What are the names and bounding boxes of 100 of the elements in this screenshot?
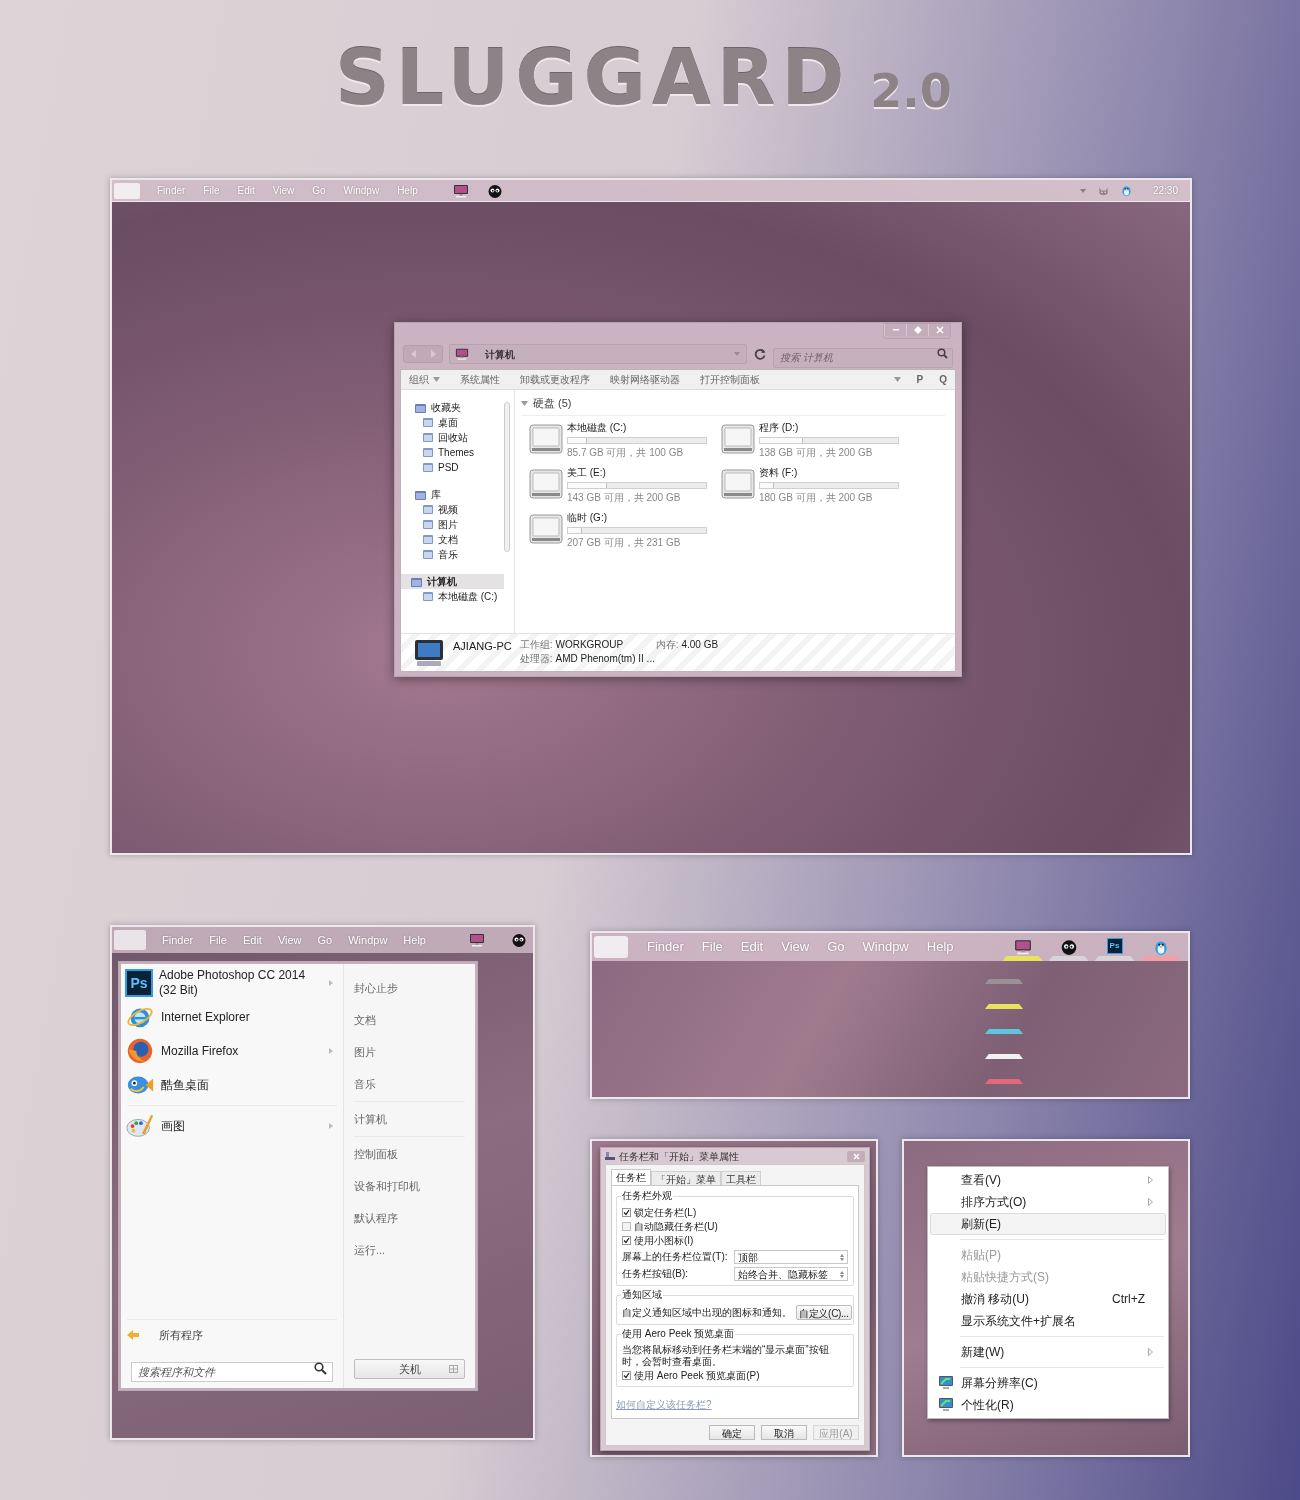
maximize-button[interactable] xyxy=(906,324,928,336)
logo-tile[interactable] xyxy=(594,936,628,958)
program-item[interactable]: 画图 xyxy=(123,1109,341,1143)
checkbox-label[interactable]: 锁定任务栏(L) xyxy=(634,1206,697,1219)
sidebar-item[interactable]: 音乐 xyxy=(401,547,504,562)
checkbox[interactable] xyxy=(622,1208,631,1217)
search-icon[interactable] xyxy=(314,1362,327,1375)
sidebar-item[interactable]: Themes xyxy=(401,445,504,460)
sidebar-item[interactable]: PSD xyxy=(401,460,504,475)
address-bar[interactable]: 计算机 xyxy=(449,344,747,364)
place-item[interactable]: 音乐 xyxy=(354,1068,465,1100)
tab[interactable]: 「开始」菜单 xyxy=(651,1171,721,1185)
place-item[interactable]: 默认程序 xyxy=(354,1202,465,1234)
close-button[interactable] xyxy=(847,1150,865,1162)
logo-tile[interactable] xyxy=(114,930,146,950)
mascot-icon[interactable] xyxy=(511,932,527,948)
mascot-icon[interactable] xyxy=(486,182,503,199)
group-header[interactable]: 硬盘 (5) xyxy=(521,395,945,416)
sidebar-item[interactable]: 视频 xyxy=(401,502,504,517)
drive-name[interactable]: 资料 (F:) xyxy=(759,466,899,479)
drive-name[interactable]: 程序 (D:) xyxy=(759,421,899,434)
mascot-icon[interactable] xyxy=(1059,938,1078,956)
detail-field: 处理器: AMD Phenom(tm) II ... xyxy=(519,653,656,665)
field-label: 任务栏按钮(B): xyxy=(622,1268,690,1280)
search-field[interactable]: 搜索程序和文件 xyxy=(131,1362,333,1382)
penguin-icon[interactable] xyxy=(1119,184,1133,197)
sidebar-item[interactable]: 收藏夹 xyxy=(401,400,504,415)
tab[interactable]: 工具栏 xyxy=(721,1171,761,1185)
place-item[interactable]: 控制面板 xyxy=(354,1138,465,1170)
minimize-button[interactable] xyxy=(884,324,906,336)
monitor-icon[interactable] xyxy=(452,182,469,199)
all-programs-item[interactable]: 所有程序 xyxy=(123,1320,341,1350)
monitor-icon[interactable] xyxy=(469,932,485,948)
menu-item[interactable]: 撤消 移动(U) Ctrl+Z xyxy=(930,1288,1166,1310)
checkbox[interactable] xyxy=(622,1371,631,1380)
search-field[interactable]: 搜索 计算机 xyxy=(773,347,953,368)
drive-icon[interactable] xyxy=(721,421,755,456)
monitor-icon[interactable] xyxy=(1013,938,1032,956)
menu-item[interactable]: 显示系统文件+扩展名 xyxy=(930,1310,1166,1332)
sidebar-item[interactable]: 图片 xyxy=(401,517,504,532)
sidebar-item[interactable]: 文档 xyxy=(401,532,504,547)
caret-icon[interactable] xyxy=(1078,187,1087,194)
dialog-button[interactable]: 确定 xyxy=(709,1425,755,1440)
program-item[interactable]: Internet Explorer xyxy=(123,1000,341,1034)
drive-icon[interactable] xyxy=(529,421,563,456)
menu-item[interactable]: 查看(V) xyxy=(930,1169,1166,1191)
toolbar-button[interactable]: 组织 xyxy=(409,372,440,387)
dialog-button[interactable]: 取消 xyxy=(761,1425,807,1440)
menu-item[interactable]: 个性化(R) xyxy=(930,1394,1166,1416)
toolbar-button[interactable]: P xyxy=(916,372,924,387)
app-icon[interactable]: Ps xyxy=(125,969,153,997)
toolbar-button[interactable]: 映射网络驱动器 xyxy=(610,372,680,387)
checkbox-label[interactable]: 自动隐藏任务栏(U) xyxy=(634,1220,718,1233)
shutdown-button[interactable]: 关机 xyxy=(354,1359,465,1379)
drive-name[interactable]: 临时 (G:) xyxy=(567,511,707,524)
place-item[interactable]: 封心止步 xyxy=(354,972,465,1004)
refresh-icon[interactable] xyxy=(753,347,767,361)
menu-item[interactable]: 新建(W) xyxy=(930,1341,1166,1363)
drive-icon[interactable] xyxy=(529,511,563,546)
menu-item[interactable]: 刷新(E) xyxy=(930,1213,1166,1235)
breadcrumb[interactable]: 计算机 xyxy=(485,346,515,362)
drive-icon[interactable] xyxy=(721,466,755,501)
scrollbar[interactable] xyxy=(504,402,510,552)
sidebar-item[interactable]: 计算机 xyxy=(401,574,504,589)
sidebar-item[interactable]: 桌面 xyxy=(401,415,504,430)
checkbox[interactable] xyxy=(622,1236,631,1245)
place-item[interactable]: 设备和打印机 xyxy=(354,1170,465,1202)
drive-info: 207 GB 可用，共 231 GB xyxy=(567,536,682,549)
clock: 22:30 xyxy=(1152,184,1178,198)
detail-field: 工作组: WORKGROUP xyxy=(519,639,656,651)
place-item[interactable]: 图片 xyxy=(354,1036,465,1068)
toolbar-button[interactable]: 卸载或更改程序 xyxy=(520,372,590,387)
close-button[interactable] xyxy=(928,324,950,336)
sidebar-item[interactable]: 本地磁盘 (C:) xyxy=(401,589,504,604)
dropdown[interactable]: 始终合并、隐藏标签 xyxy=(734,1267,848,1281)
place-item[interactable]: 计算机 xyxy=(354,1103,465,1135)
sidebar-item[interactable]: 回收站 xyxy=(401,430,504,445)
sidebar-item[interactable]: 库 xyxy=(401,487,504,502)
toolbar-button[interactable]: Q xyxy=(939,372,947,387)
menu-item[interactable]: 排序方式(O) xyxy=(930,1191,1166,1213)
tab[interactable]: 任务栏 xyxy=(611,1169,651,1185)
checkbox[interactable] xyxy=(622,1222,631,1231)
caret-icon[interactable] xyxy=(893,377,901,382)
cat-icon[interactable] xyxy=(1096,184,1110,197)
program-item[interactable]: Mozilla Firefox xyxy=(123,1034,341,1068)
place-item[interactable]: 运行... xyxy=(354,1234,465,1266)
customize-button[interactable]: 自定义(C)... xyxy=(796,1305,852,1320)
toolbar-button[interactable]: 系统属性 xyxy=(460,372,500,387)
logo-tile[interactable] xyxy=(114,182,140,199)
checkbox-label[interactable]: 使用 Aero Peek 预览桌面(P) xyxy=(634,1369,760,1382)
checkbox-label[interactable]: 使用小图标(I) xyxy=(634,1234,694,1247)
app-icon[interactable]: Ps xyxy=(1106,938,1123,954)
dropdown[interactable]: 顶部 xyxy=(734,1250,848,1264)
drive-name[interactable]: 本地磁盘 (C:) xyxy=(567,421,707,434)
menu-item[interactable]: 屏幕分辨率(C) xyxy=(930,1372,1166,1394)
toolbar-button[interactable]: 打开控制面板 xyxy=(700,372,760,387)
place-item[interactable]: 文档 xyxy=(354,1004,465,1036)
drive-icon[interactable] xyxy=(529,466,563,501)
program-item[interactable]: 酷鱼桌面 xyxy=(123,1068,341,1102)
drive-name[interactable]: 美工 (E:) xyxy=(567,466,707,479)
